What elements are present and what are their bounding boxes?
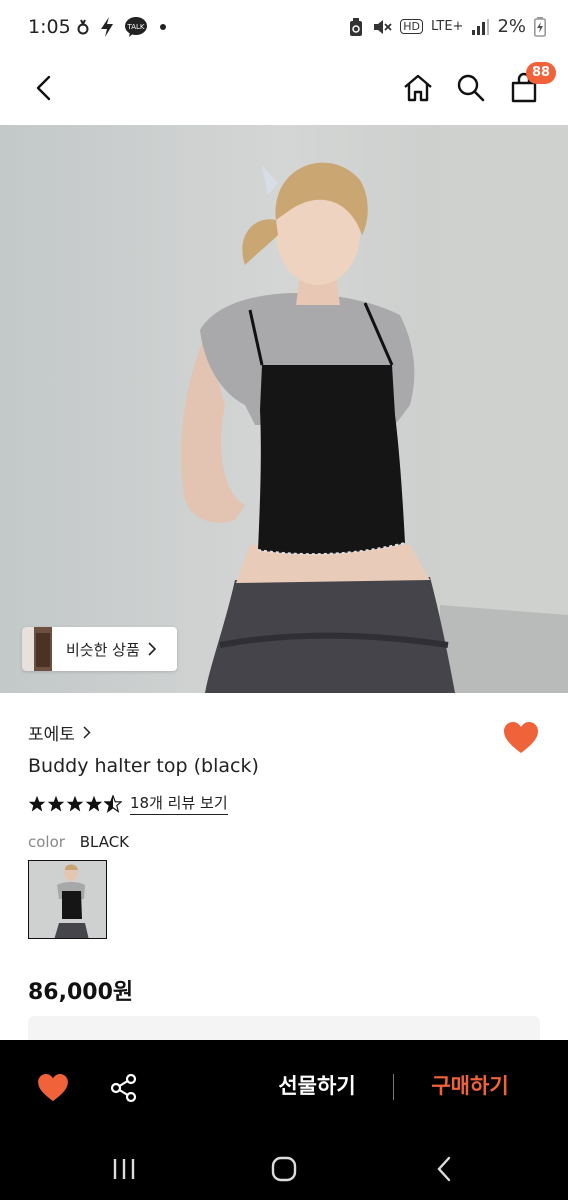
share-button[interactable] — [104, 1068, 144, 1108]
status-bar: 1:05 TALK HD LTE+ 2% — [0, 0, 568, 56]
flash-icon — [101, 17, 113, 37]
color-row: color BLACK — [28, 833, 129, 851]
battery-percent: 2% — [497, 16, 526, 37]
color-value: BLACK — [79, 833, 130, 851]
back-nav-button[interactable] — [424, 1152, 464, 1186]
heart-icon — [38, 1074, 68, 1102]
share-icon — [110, 1073, 137, 1103]
dot-icon — [160, 24, 166, 30]
color-option-thumbnail[interactable] — [28, 860, 107, 939]
bottom-action-bar: 선물하기 구매하기 — [0, 1040, 568, 1136]
recent-apps-button[interactable] — [104, 1152, 144, 1186]
back-button[interactable] — [26, 70, 62, 106]
product-name: Buddy halter top (black) — [28, 755, 259, 777]
status-time: 1:05 — [28, 16, 71, 38]
back-arrow-icon — [36, 75, 51, 101]
bottom-wishlist-button[interactable] — [33, 1068, 73, 1108]
similar-thumbnail — [22, 627, 52, 671]
svg-text:TALK: TALK — [126, 23, 144, 31]
star-full-icon — [47, 795, 65, 811]
similar-products-button[interactable]: 비슷한 상품 — [22, 627, 177, 671]
network-indicator: LTE+ — [430, 19, 464, 34]
model-photo — [0, 125, 568, 693]
system-nav-bar — [0, 1136, 568, 1200]
app-header: 88 — [0, 56, 568, 124]
star-full-icon — [85, 795, 103, 811]
signal-icon — [472, 18, 490, 35]
battery-icon — [534, 16, 546, 37]
cart-button[interactable]: 88 — [504, 62, 556, 108]
star-full-icon — [66, 795, 84, 811]
star-half-icon — [104, 794, 122, 813]
rating-row: 18개 리뷰 보기 — [28, 792, 228, 815]
star-full-icon — [28, 795, 46, 811]
home-button[interactable] — [398, 68, 438, 108]
heart-icon — [504, 722, 538, 753]
home-nav-button[interactable] — [264, 1152, 304, 1186]
notification-icon — [77, 19, 89, 35]
gift-button[interactable]: 선물하기 — [262, 1070, 372, 1100]
home-circle-icon — [271, 1156, 297, 1182]
star-rating — [28, 794, 122, 813]
wishlist-button[interactable] — [500, 718, 542, 758]
action-divider — [393, 1074, 394, 1100]
search-icon — [457, 74, 485, 102]
mute-icon — [374, 19, 392, 34]
back-nav-icon — [437, 1156, 451, 1182]
kakaotalk-icon: TALK — [125, 17, 147, 37]
hd-indicator: HD — [400, 19, 423, 34]
brand-name: 포에토 — [28, 725, 75, 745]
search-button[interactable] — [451, 68, 491, 108]
recent-apps-icon — [113, 1159, 135, 1179]
recycle-icon — [350, 17, 363, 36]
color-label: color — [28, 833, 65, 851]
similar-products-label: 비슷한 상품 — [66, 640, 140, 659]
review-link[interactable]: 18개 리뷰 보기 — [130, 792, 228, 815]
product-hero-image[interactable] — [0, 125, 568, 693]
product-price: 86,000원 — [28, 980, 134, 1005]
brand-link[interactable]: 포에토 — [28, 720, 91, 745]
buy-button[interactable]: 구매하기 — [414, 1070, 526, 1100]
home-icon — [404, 74, 432, 102]
chevron-right-icon — [148, 642, 156, 656]
cart-count-badge: 88 — [526, 62, 556, 84]
chevron-right-icon — [83, 726, 91, 739]
